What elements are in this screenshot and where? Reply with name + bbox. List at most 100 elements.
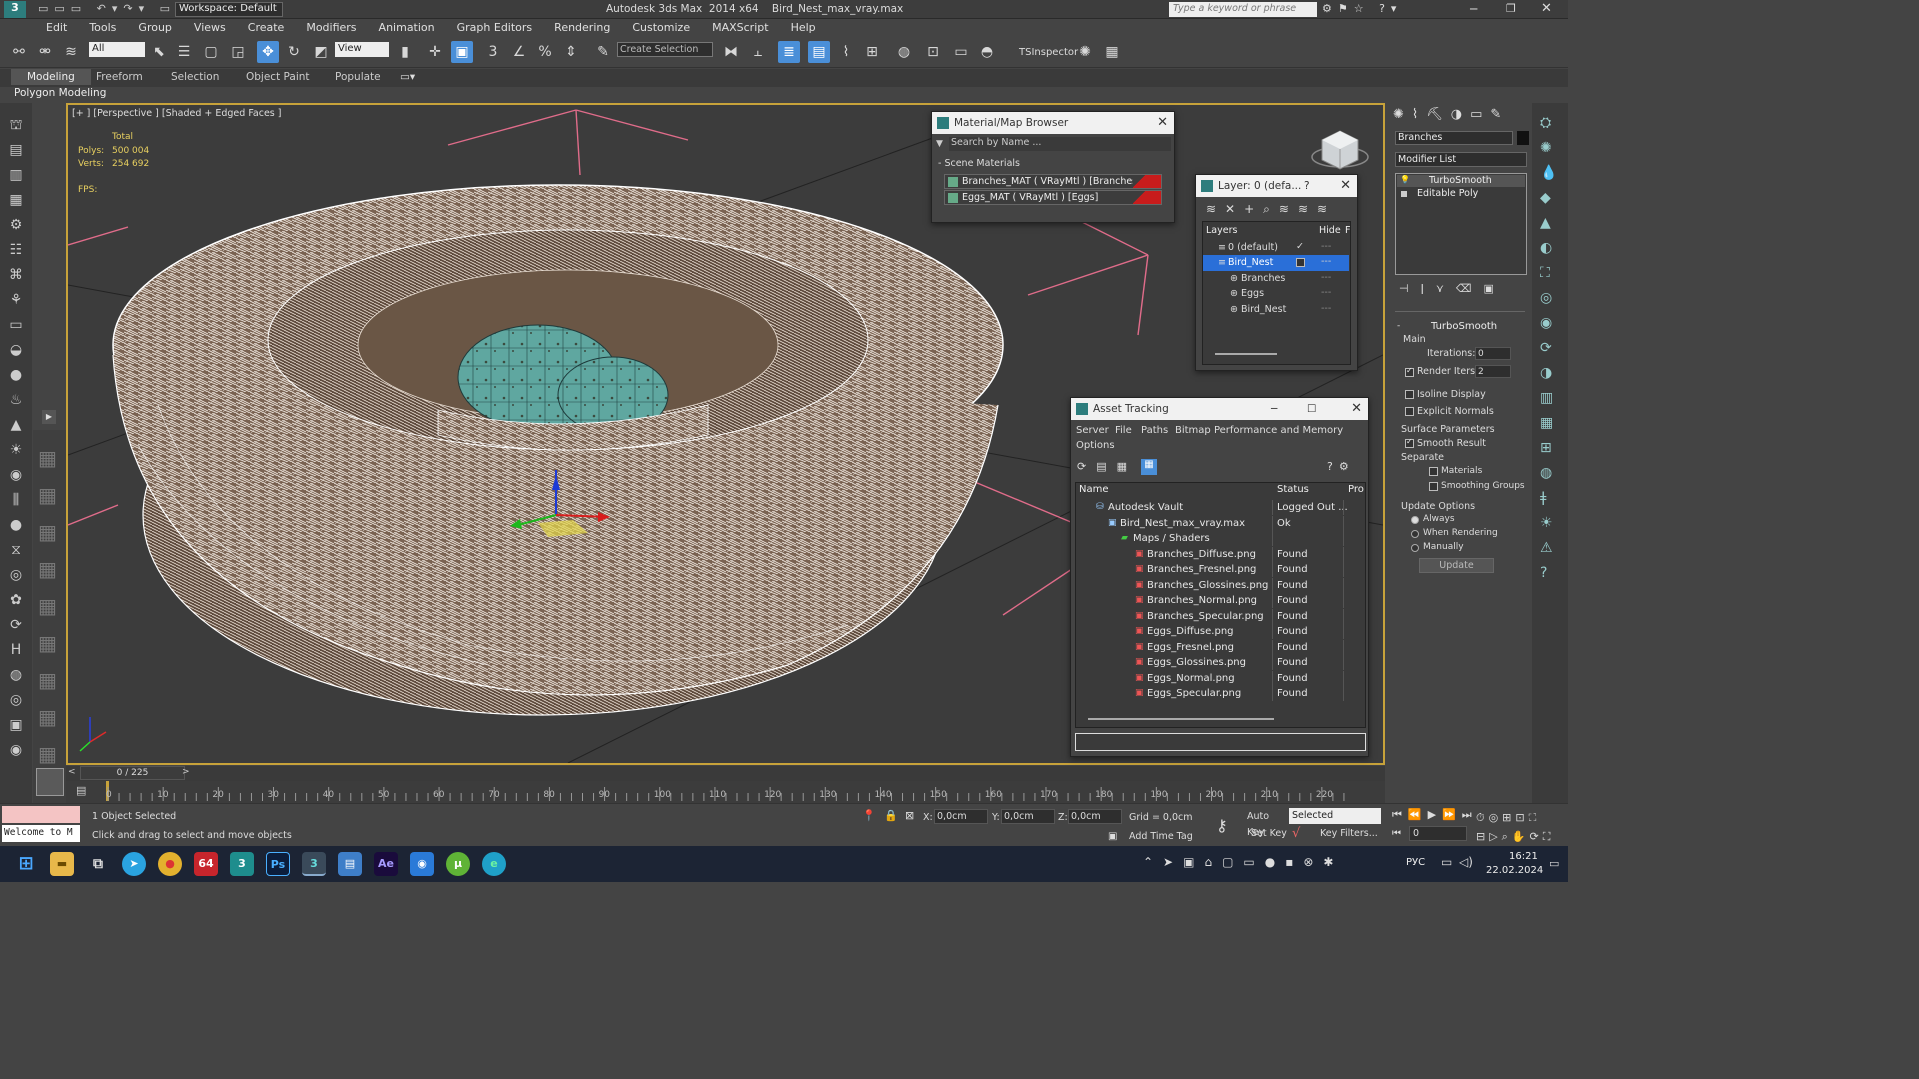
help-icon[interactable]: ? — [1304, 175, 1310, 197]
add-time-tag[interactable]: Add Time Tag — [1129, 831, 1193, 842]
material-item[interactable]: Branches_MAT ( VRayMtl ) [Branches] — [944, 174, 1162, 189]
asset-row[interactable]: ▣ Eggs_Specular.png Found — [1075, 686, 1366, 702]
expand-icon[interactable]: ▼ — [936, 139, 943, 149]
select-move-icon[interactable]: ✥ — [257, 41, 279, 63]
asset-row[interactable]: ▣ Branches_Fresnel.png Found — [1075, 562, 1366, 578]
key-icon[interactable]: ⚷ — [1216, 816, 1228, 835]
material-browser-titlebar[interactable]: Material/Map Browser ✕ — [932, 112, 1174, 134]
keyboard-shortcut-icon[interactable]: ▣ — [451, 41, 473, 63]
clock-date[interactable]: 22.02.2024 — [1486, 865, 1543, 876]
select-manipulate-icon[interactable]: ✛ — [424, 41, 446, 63]
selection-filter-dropdown[interactable]: All — [89, 42, 145, 57]
asset-menu-file[interactable]: File — [1115, 425, 1132, 436]
named-selection-dropdown[interactable]: Create Selection Se — [617, 42, 713, 57]
maximize-icon[interactable]: ☐ — [1307, 398, 1316, 420]
workspace-dropdown[interactable]: Workspace: Default — [175, 2, 283, 17]
render-iters-spinner[interactable]: 2 — [1475, 365, 1511, 378]
iterations-spinner[interactable]: 0 — [1475, 347, 1511, 360]
menu-animation[interactable]: Animation — [368, 19, 446, 34]
asset-menu-options[interactable]: Options — [1076, 440, 1115, 451]
menu-graph-editors[interactable]: Graph Editors — [446, 19, 544, 34]
asset-row[interactable]: ▣ Branches_Glossines.png Found — [1075, 577, 1366, 594]
asset-row[interactable]: ▣ Bird_Nest_max_vray.max Ok — [1075, 515, 1366, 532]
time-tag-icon[interactable]: ▣ — [1108, 831, 1117, 842]
unlink-icon[interactable]: ⚮ — [34, 41, 56, 63]
photoshop-icon[interactable]: Ps — [266, 852, 290, 876]
rectangular-region-icon[interactable]: ▢ — [200, 41, 222, 63]
help-icons[interactable]: ?⚙ — [1327, 460, 1355, 473]
absolute-mode-icon[interactable]: ⊠ — [905, 809, 914, 822]
percent-snap-icon[interactable]: % — [534, 41, 556, 63]
search-input[interactable]: Type a keyword or phrase — [1169, 2, 1317, 17]
render-icon[interactable]: ◓ — [976, 41, 998, 63]
set-key-button[interactable]: Set Key — [1251, 828, 1287, 839]
3dsmax-active-icon[interactable]: 3 — [302, 852, 326, 876]
bulb-icon[interactable]: 💡 — [1400, 175, 1410, 184]
stack-tool-icons[interactable]: ⊣ǀ⋎⌫▣ — [1399, 282, 1506, 295]
asset-row[interactable]: ▣ Branches_Normal.png Found — [1075, 593, 1366, 609]
bind-spacewarp-icon[interactable]: ≋ — [60, 41, 82, 63]
close-icon[interactable]: ✕ — [1351, 398, 1362, 420]
app-logo-icon[interactable]: 3 — [4, 1, 26, 18]
right-toolbar-icons[interactable]: ⛭ ✺ 💧 ◆ ▲ ◐ ⛶ ◎ ◉ ⟳ ◑ ▥ ▦ ⊞ ◍ ǂ ☀ ⚠? — [1540, 111, 1557, 586]
layer-scrollbar[interactable] — [1215, 353, 1277, 355]
expand-arrow-icon[interactable]: ▶ — [42, 410, 56, 424]
camera-app-icon[interactable]: ◉ — [410, 852, 434, 876]
close-icon[interactable]: ✕ — [1157, 112, 1168, 134]
language-indicator[interactable]: РУС — [1406, 857, 1425, 868]
layer-row[interactable]: ⊛ Eggs --- — [1203, 286, 1349, 302]
manually-radio[interactable] — [1411, 544, 1419, 552]
collapse-icon[interactable]: - — [1397, 321, 1400, 331]
stack-item-turbosmooth[interactable]: 💡 TurboSmooth — [1397, 175, 1525, 187]
playback-controls[interactable]: ⏮⏪▶⏩⏭ — [1392, 808, 1478, 822]
schematic-view-icon[interactable]: ⊞ — [861, 41, 883, 63]
active-layer-checkbox[interactable] — [1296, 258, 1305, 267]
select-object-icon[interactable]: ⬉ — [148, 41, 170, 63]
modifier-list-dropdown[interactable]: Modifier List — [1395, 152, 1527, 167]
asset-menu-server[interactable]: Server — [1076, 425, 1109, 436]
isoline-checkbox[interactable] — [1405, 390, 1414, 399]
layer-manager-icon[interactable]: ≣ — [778, 41, 800, 63]
close-icon[interactable]: ✕ — [1340, 175, 1351, 197]
asset-row[interactable]: ⛁ Autodesk Vault Logged Out ... — [1075, 500, 1366, 516]
asset-scrollbar[interactable] — [1088, 718, 1274, 720]
minimize-button[interactable]: ─ — [1470, 2, 1477, 16]
goto-start-icon[interactable]: ⏮ — [1392, 828, 1401, 839]
table-view-icon[interactable]: ▦ — [1141, 459, 1157, 475]
key-selection-dropdown[interactable]: Selected — [1289, 808, 1381, 824]
tab-modeling[interactable]: Modeling — [11, 69, 91, 85]
tab-selection[interactable]: Selection — [171, 71, 219, 83]
spinner-snap-icon[interactable]: ⇕ — [560, 41, 582, 63]
command-panel-tabs[interactable]: ✺⌇⛏◑▭✎ — [1393, 107, 1509, 122]
pivot-icon[interactable]: ▮ — [394, 41, 416, 63]
time-slider-handle[interactable]: 0 / 225 — [80, 766, 185, 780]
status-column-header[interactable]: Status — [1277, 484, 1309, 495]
snaps-toggle-icon[interactable]: 3 — [482, 41, 504, 63]
ribbon-subtitle[interactable]: Polygon Modeling — [14, 87, 106, 99]
tab-object-paint[interactable]: Object Paint — [246, 71, 310, 83]
object-name-field[interactable]: Branches — [1395, 131, 1513, 145]
prev-frame-button[interactable]: < — [68, 767, 76, 777]
tab-populate[interactable]: Populate — [335, 71, 381, 83]
next-frame-button[interactable]: > — [182, 767, 190, 777]
when-rendering-radio[interactable] — [1411, 530, 1419, 538]
pro-column-header[interactable]: Pro — [1348, 484, 1364, 495]
materials-checkbox[interactable] — [1429, 467, 1438, 476]
layer-panel-titlebar[interactable]: Layer: 0 (defa...? ✕ — [1196, 175, 1357, 197]
trackbar-icon[interactable]: ▤ — [76, 784, 86, 797]
smooth-result-checkbox[interactable] — [1405, 439, 1414, 448]
explicit-normals-checkbox[interactable] — [1405, 407, 1414, 416]
notepad-icon[interactable]: ▤ — [338, 852, 362, 876]
tsinspector-gear-icon[interactable]: ✺ — [1074, 41, 1096, 63]
auto-key-button[interactable]: Auto Key — [1247, 809, 1287, 838]
minimize-icon[interactable]: ─ — [1271, 398, 1277, 420]
layer-row[interactable]: ⊛ Bird_Nest --- — [1203, 302, 1349, 318]
material-item[interactable]: Eggs_MAT ( VRayMtl ) [Eggs] — [944, 190, 1162, 205]
menu-edit[interactable]: Edit — [35, 19, 78, 34]
maxscript-listener[interactable] — [2, 806, 80, 823]
menu-tools[interactable]: Tools — [78, 19, 127, 34]
window-crossing-icon[interactable]: ◲ — [227, 41, 249, 63]
viewport-label[interactable]: [+ ] [Perspective ] [Shaded + Edged Face… — [72, 108, 281, 119]
stack-item-editable-poly[interactable]: Editable Poly — [1397, 188, 1525, 200]
curve-editor-icon[interactable]: ⌇ — [835, 41, 857, 63]
